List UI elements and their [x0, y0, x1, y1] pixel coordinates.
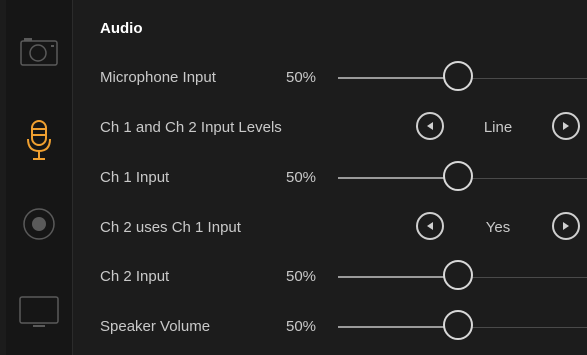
input-levels-row: Ch 1 and Ch 2 Input Levels Line [72, 107, 587, 147]
input-levels-prev-button[interactable] [416, 112, 444, 140]
ch2-input-label: Ch 2 Input [100, 268, 170, 285]
ch2-uses-ch1-value: Yes [485, 219, 511, 236]
ch2-uses-ch1-next-button[interactable] [552, 212, 580, 240]
sidebar [6, 0, 73, 355]
sidebar-item-record[interactable] [6, 194, 72, 254]
ch1-input-value: 50% [286, 169, 317, 186]
left-arrow-icon [427, 122, 433, 130]
ch1-input-slider-knob[interactable] [443, 161, 473, 191]
sidebar-item-display[interactable] [6, 282, 72, 342]
ch2-uses-ch1-prev-button[interactable] [416, 212, 444, 240]
ch2-input-slider-knob[interactable] [443, 260, 473, 290]
microphone-input-label: Microphone Input [100, 69, 216, 86]
ch2-uses-ch1-row: Ch 2 uses Ch 1 Input Yes [72, 207, 587, 247]
left-arrow-icon [427, 222, 433, 230]
speaker-volume-label: Speaker Volume [100, 318, 211, 335]
input-levels-label: Ch 1 and Ch 2 Input Levels [100, 119, 282, 136]
ch2-input-value: 50% [286, 268, 317, 285]
monitor-icon [19, 296, 59, 327]
ch1-input-slider-fill [338, 177, 458, 179]
page-title: Audio [100, 20, 143, 37]
settings-panel: Audio Microphone Input 50% Ch 1 and Ch 2… [0, 0, 587, 355]
record-icon [23, 208, 55, 240]
speaker-volume-row: Speaker Volume 50% [72, 306, 587, 346]
microphone-input-row: Microphone Input 50% [72, 57, 587, 97]
ch1-input-label: Ch 1 Input [100, 169, 170, 186]
input-levels-value: Line [483, 119, 513, 136]
speaker-volume-slider-fill [338, 326, 458, 328]
audio-settings: Audio Microphone Input 50% Ch 1 and Ch 2… [72, 0, 587, 355]
ch1-input-row: Ch 1 Input 50% [72, 157, 587, 197]
ch2-input-slider-fill [338, 276, 458, 278]
microphone-input-slider-knob[interactable] [443, 61, 473, 91]
speaker-volume-value: 50% [286, 318, 317, 335]
sidebar-item-audio[interactable] [6, 110, 72, 170]
microphone-input-value: 50% [286, 69, 317, 86]
right-arrow-icon [563, 122, 569, 130]
input-levels-next-button[interactable] [552, 112, 580, 140]
camera-icon [20, 38, 58, 66]
speaker-volume-slider-knob[interactable] [443, 310, 473, 340]
microphone-icon [27, 120, 51, 160]
microphone-input-slider-fill [338, 77, 458, 79]
ch2-uses-ch1-label: Ch 2 uses Ch 1 Input [100, 219, 241, 236]
ch2-input-row: Ch 2 Input 50% [72, 256, 587, 296]
right-arrow-icon [563, 222, 569, 230]
sidebar-item-camera[interactable] [6, 22, 72, 82]
